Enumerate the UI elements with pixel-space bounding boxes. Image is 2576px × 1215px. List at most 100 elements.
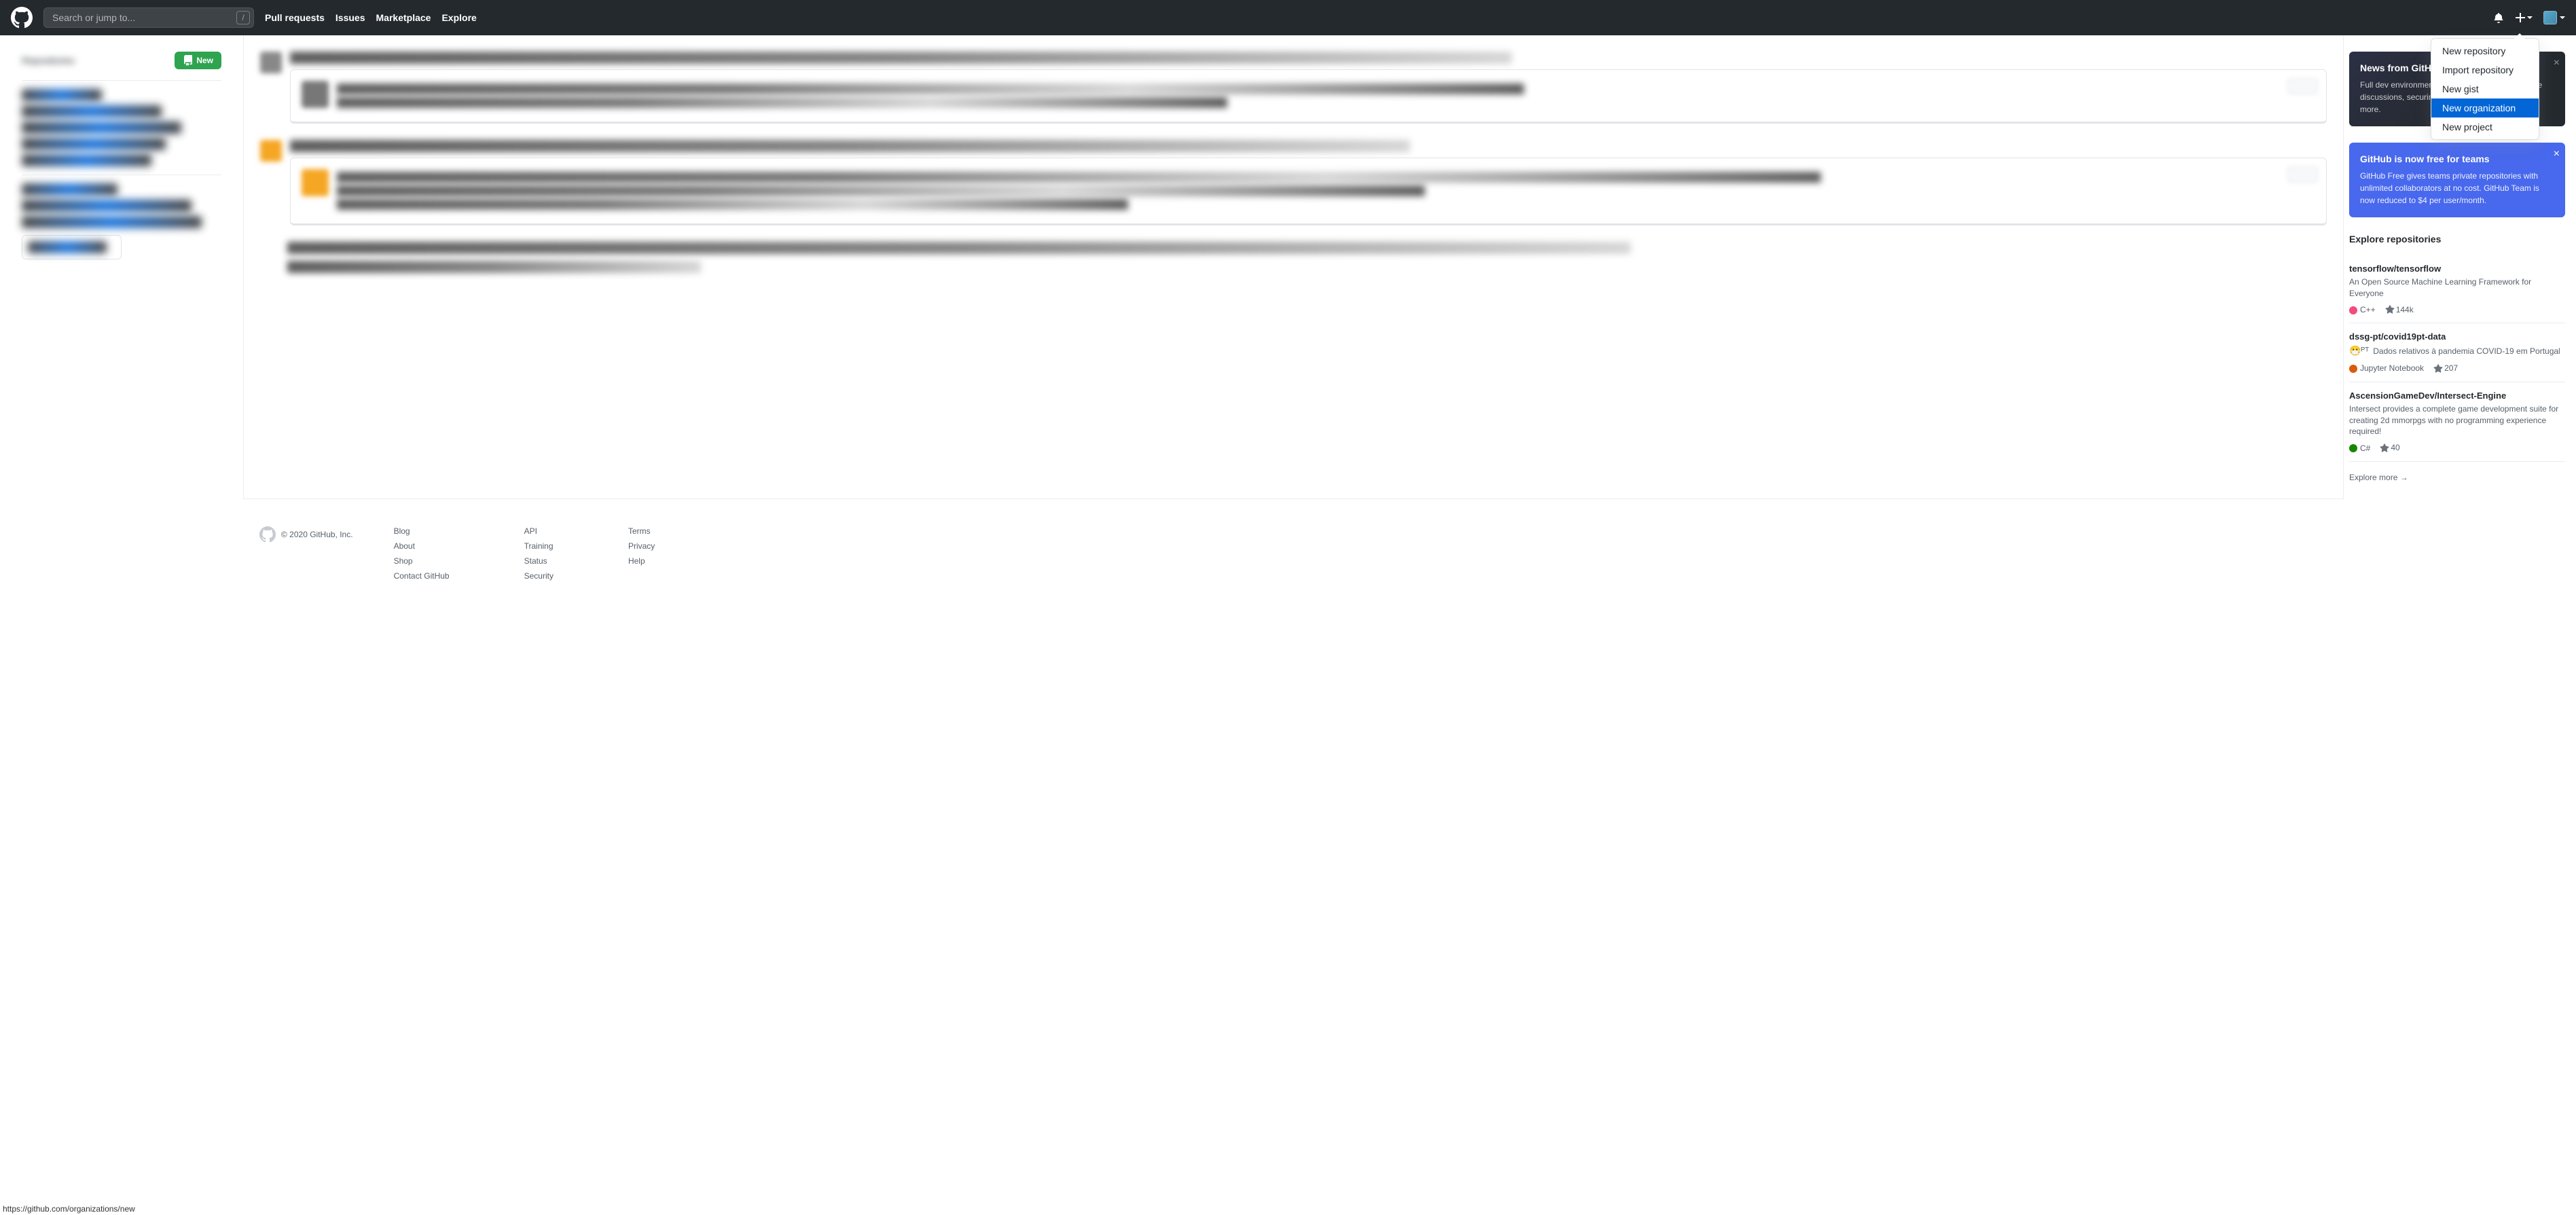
explore-repo[interactable]: dssg-pt/covid19pt-data😷ᴾᵀ Dados relativo… [2349,323,2565,382]
close-icon[interactable]: × [2554,57,2560,69]
repo-language: Jupyter Notebook [2349,363,2424,373]
explore-list: tensorflow/tensorflow An Open Source Mach… [2349,255,2565,462]
teams-notice-title: GitHub is now free for teams [2360,153,2554,164]
github-logo[interactable] [11,7,33,29]
redacted-content [337,199,1128,210]
repo-meta: C++ 144k [2349,305,2565,315]
menu-new-project[interactable]: New project [2431,117,2539,137]
repo-stars: 207 [2433,363,2458,374]
redacted-content [22,105,162,117]
footer-link[interactable]: Status [524,556,554,566]
repo-name: AscensionGameDev/Intersect-Engine [2349,391,2565,401]
redacted-content [22,122,181,134]
create-new-menu-button[interactable] [2515,12,2533,23]
footer-column: Blog About Shop Contact GitHub [394,526,450,581]
footer-link[interactable]: Training [524,541,554,551]
caret-down-icon [2527,16,2533,19]
redacted-content [22,183,117,196]
feed-item [260,52,2327,124]
redacted-content [337,97,1227,108]
footer-link[interactable]: Contact GitHub [394,571,450,581]
star-button-redacted[interactable] [2287,78,2318,94]
language-color-dot [2349,365,2357,373]
repo-description: Intersect provides a complete game devel… [2349,403,2565,437]
global-header: / Pull requests Issues Marketplace Explo… [0,0,2576,35]
footer-link[interactable]: Privacy [628,541,655,551]
redacted-content [287,261,701,273]
user-menu-button[interactable] [2543,11,2565,24]
feed-avatar-redacted [260,140,282,162]
feed-card-avatar-redacted [302,81,329,108]
footer-link[interactable]: API [524,526,554,536]
repos-heading-redacted: Repositories [22,55,75,66]
star-icon [2380,443,2389,453]
user-avatar [2543,11,2557,24]
menu-new-gist[interactable]: New gist [2431,79,2539,98]
feed-card [290,69,2327,124]
redacted-content [337,172,1821,183]
redacted-content [28,241,107,253]
teams-notice-body: GitHub Free gives teams private reposito… [2360,170,2554,206]
search-input[interactable] [43,7,254,28]
footer-link[interactable]: Blog [394,526,450,536]
redacted-content [22,138,166,150]
menu-import-repository[interactable]: Import repository [2431,60,2539,79]
left-sidebar: Repositories New [0,35,243,498]
language-color-dot [2349,444,2357,452]
notifications-icon[interactable] [2493,12,2504,23]
repo-language: C# [2349,443,2370,453]
plus-icon [2515,12,2526,23]
star-button-redacted[interactable] [2287,166,2318,183]
explore-heading: Explore repositories [2349,234,2565,244]
redacted-content [287,242,1631,254]
footer-link[interactable]: About [394,541,450,551]
redacted-content [290,140,1410,152]
footer-link[interactable]: Terms [628,526,655,536]
primary-nav: Pull requests Issues Marketplace Explore [265,12,477,23]
menu-new-repository[interactable]: New repository [2431,41,2539,60]
repo-description: 😷ᴾᵀ Dados relativos à pandemia COVID-19 … [2349,344,2565,358]
redacted-content [22,154,151,166]
star-icon [2433,364,2443,374]
language-color-dot [2349,306,2357,314]
footer-link[interactable]: Shop [394,556,450,566]
repo-name: tensorflow/tensorflow [2349,264,2565,274]
explore-repo[interactable]: AscensionGameDev/Intersect-Engine Interse… [2349,382,2565,462]
repo-description: An Open Source Machine Learning Framewor… [2349,276,2565,300]
repo-meta: Jupyter Notebook 207 [2349,363,2565,374]
footer-link[interactable]: Security [524,571,554,581]
close-icon[interactable]: × [2554,148,2560,160]
repo-stars: 40 [2380,443,2399,453]
footer: © 2020 GitHub, Inc. Blog About Shop Contact… [243,498,2344,608]
repo-meta: C# 40 [2349,443,2565,453]
footer-copyright: © 2020 GitHub, Inc. [281,530,353,539]
redacted-content [22,89,102,101]
menu-new-organization[interactable]: New organization [2431,98,2539,117]
repo-stars: 144k [2385,305,2414,315]
footer-columns: Blog About Shop Contact GitHub API Training St… [394,526,655,581]
repo-language: C++ [2349,305,2376,314]
explore-more-link[interactable]: Explore more → [2349,473,2408,482]
feed-item [260,140,2327,225]
search-wrap: / [43,7,254,28]
nav-marketplace[interactable]: Marketplace [376,12,431,23]
create-new-dropdown: New repository Import repository New gis… [2431,38,2539,140]
redacted-content [22,216,202,228]
nav-issues[interactable]: Issues [335,12,365,23]
browser-status-bar: https://github.com/organizations/new [0,1203,138,1215]
explore-repo[interactable]: tensorflow/tensorflow An Open Source Mach… [2349,255,2565,323]
footer-column: API Training Status Security [524,526,554,581]
feed-card-avatar-redacted [302,169,329,196]
redacted-content [337,84,1524,94]
activity-feed [243,35,2344,498]
caret-down-icon [2560,16,2565,19]
main-layout: Repositories New [0,35,2576,498]
github-logo-icon[interactable] [259,526,276,543]
new-repo-button[interactable]: New [175,52,221,69]
footer-column: Terms Privacy Help [628,526,655,581]
header-right: New repository Import repository New gis… [2493,11,2565,24]
footer-link[interactable]: Help [628,556,655,566]
nav-pull-requests[interactable]: Pull requests [265,12,325,23]
nav-explore[interactable]: Explore [441,12,476,23]
star-icon [2385,305,2395,314]
